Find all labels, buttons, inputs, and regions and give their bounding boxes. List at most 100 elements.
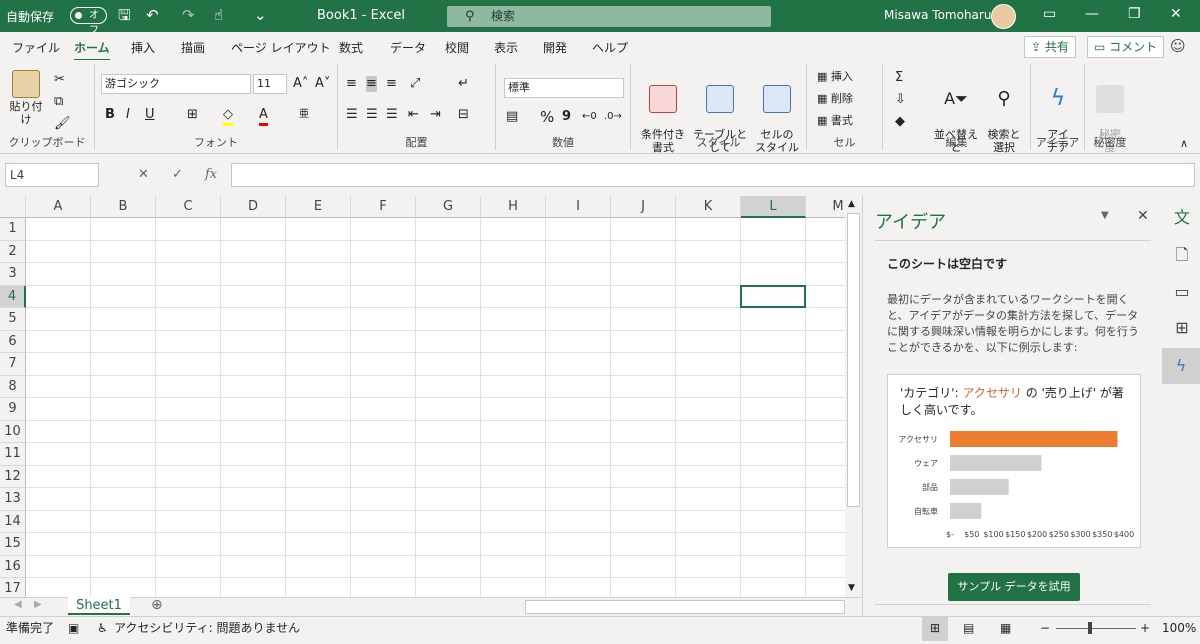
row-header-13[interactable]: 13 xyxy=(0,488,26,511)
row-header-14[interactable]: 14 xyxy=(0,510,26,533)
merge-center-icon[interactable]: ⊟ xyxy=(458,107,469,123)
format-painter-icon[interactable]: 🖌 xyxy=(54,116,71,132)
comment-button[interactable]: ▭ コメント xyxy=(1087,36,1165,58)
feedback-icon[interactable]: ☺ xyxy=(1170,38,1186,55)
column-header-d[interactable]: D xyxy=(221,196,286,218)
row-header-1[interactable]: 1 xyxy=(0,218,26,241)
increase-decimal-icon[interactable]: ←0 xyxy=(582,109,597,125)
restore-icon[interactable]: ❐ xyxy=(1128,6,1141,22)
column-header-g[interactable]: G xyxy=(416,196,481,218)
tab-file[interactable]: ファイル xyxy=(12,39,60,56)
tab-home[interactable]: ホーム xyxy=(74,39,110,62)
sheet-tab-sheet1[interactable]: Sheet1 xyxy=(68,597,130,615)
translate-icon[interactable]: 文 xyxy=(1172,208,1192,228)
row-header-5[interactable]: 5 xyxy=(0,308,26,331)
comma-style-icon[interactable]: 9 xyxy=(562,109,571,125)
row-header-12[interactable]: 12 xyxy=(0,465,26,488)
increase-font-icon[interactable]: A˄ xyxy=(293,76,308,92)
tab-help[interactable]: ヘルプ xyxy=(592,39,628,56)
cut-icon[interactable]: ✂ xyxy=(54,72,65,88)
format-as-table-button[interactable]: テーブルとして 書式設定 xyxy=(689,72,751,167)
font-size-dropdown[interactable]: 11 xyxy=(253,74,287,94)
row-header-9[interactable]: 9 xyxy=(0,398,26,421)
row-header-17[interactable]: 17 xyxy=(0,578,26,597)
redo-icon[interactable]: ↷ xyxy=(182,7,195,24)
row-header-2[interactable]: 2 xyxy=(0,240,26,263)
border-icon[interactable]: ⊞ xyxy=(187,107,198,123)
ribbon-display-icon[interactable]: ▭ xyxy=(1043,6,1056,22)
ideas-side-icon[interactable]: ϟ xyxy=(1162,348,1200,384)
align-top-icon[interactable]: ≡ xyxy=(346,76,357,92)
align-right-icon[interactable]: ☰ xyxy=(386,107,398,123)
align-center-icon[interactable]: ☰ xyxy=(366,107,378,123)
scroll-up-icon[interactable]: ▲ xyxy=(848,199,855,209)
row-header-16[interactable]: 16 xyxy=(0,555,26,578)
select-all-corner[interactable] xyxy=(0,196,26,218)
row-header-15[interactable]: 15 xyxy=(0,533,26,556)
decrease-font-icon[interactable]: A˅ xyxy=(315,76,330,92)
document-icon[interactable]: 🗋 xyxy=(1172,245,1192,265)
insert-cells-button[interactable]: ▦ 挿入 xyxy=(817,70,853,83)
wrap-text-icon[interactable]: ↵ xyxy=(458,76,469,92)
active-cell[interactable] xyxy=(740,284,806,308)
column-header-i[interactable]: I xyxy=(546,196,611,218)
column-header-h[interactable]: H xyxy=(481,196,546,218)
tab-insert[interactable]: 挿入 xyxy=(131,39,155,56)
row-header-3[interactable]: 3 xyxy=(0,263,26,286)
tab-draw[interactable]: 描画 xyxy=(181,39,205,56)
name-box[interactable]: L4 xyxy=(5,163,99,187)
italic-icon[interactable]: I xyxy=(126,107,130,123)
share-button[interactable]: ⇪ 共有 xyxy=(1024,36,1076,58)
row-header-10[interactable]: 10 xyxy=(0,420,26,443)
column-header-m[interactable]: M xyxy=(806,196,845,218)
underline-icon[interactable]: U xyxy=(145,107,155,123)
pane-options-icon[interactable]: ▼ xyxy=(1101,210,1109,221)
add-sheet-icon[interactable]: ⊕ xyxy=(151,597,163,613)
column-header-l[interactable]: L xyxy=(741,196,806,218)
accessibility-status[interactable]: アクセシビリティ: 問題ありません xyxy=(114,617,300,639)
tab-formulas[interactable]: 数式 xyxy=(339,39,363,56)
column-header-b[interactable]: B xyxy=(91,196,156,218)
row-header-7[interactable]: 7 xyxy=(0,353,26,376)
accounting-format-icon[interactable]: ▤ xyxy=(506,109,518,125)
delete-cells-button[interactable]: ▦ 削除 xyxy=(817,92,853,105)
orientation-icon[interactable]: ⤢ xyxy=(410,76,420,92)
undo-icon[interactable]: ↶ xyxy=(146,7,159,24)
fill-color-icon[interactable]: ◇ xyxy=(223,107,233,126)
pane-close-icon[interactable]: ✕ xyxy=(1137,208,1149,224)
font-name-dropdown[interactable]: 游ゴシック xyxy=(101,74,251,94)
copy-icon[interactable]: ⧉ xyxy=(54,94,63,110)
insert-function-icon[interactable]: fx xyxy=(205,167,217,182)
search-box[interactable]: ⚲ 検索 xyxy=(447,6,771,27)
worksheet-grid[interactable]: A B C D E F G H I J K L M 1 2 3 4 5 6 7 8 9 10 11 12 13 14 15 16 17 xyxy=(0,196,845,597)
enter-icon[interactable]: ✓ xyxy=(172,167,183,182)
column-header-f[interactable]: F xyxy=(351,196,416,218)
save-icon[interactable]: 🖫 xyxy=(118,7,131,24)
font-color-icon[interactable]: A xyxy=(259,107,268,126)
fill-icon[interactable]: ⇩ xyxy=(895,92,906,108)
zoom-slider-thumb[interactable] xyxy=(1088,622,1092,634)
phonetic-icon[interactable]: 亜 xyxy=(299,107,309,123)
decrease-decimal-icon[interactable]: .0→ xyxy=(604,109,622,125)
scroll-down-icon[interactable]: ▼ xyxy=(848,583,855,593)
collapse-ribbon-icon[interactable]: ∧ xyxy=(1180,136,1188,152)
autosave-toggle[interactable]: オフ xyxy=(70,7,107,36)
zoom-in-icon[interactable]: + xyxy=(1140,617,1150,639)
zoom-out-icon[interactable]: − xyxy=(1040,617,1050,639)
column-header-k[interactable]: K xyxy=(676,196,741,218)
row-header-8[interactable]: 8 xyxy=(0,375,26,398)
try-sample-data-button[interactable]: サンプル データを試用 xyxy=(948,573,1080,601)
normal-view-icon[interactable]: ⊞ xyxy=(922,617,948,641)
increase-indent-icon[interactable]: ⇥ xyxy=(430,107,441,123)
column-header-c[interactable]: C xyxy=(156,196,221,218)
paste-button[interactable]: 貼り付け xyxy=(6,70,46,126)
zoom-slider[interactable] xyxy=(1056,628,1136,629)
number-format-dropdown[interactable]: 標準 xyxy=(504,78,624,98)
align-middle-icon[interactable]: ≡ xyxy=(366,76,377,92)
user-name[interactable]: Misawa Tomoharu xyxy=(884,8,991,22)
format-cells-button[interactable]: ▦ 書式 xyxy=(817,114,853,127)
column-header-e[interactable]: E xyxy=(286,196,351,218)
zoom-level[interactable]: 100% xyxy=(1162,617,1196,639)
percent-icon[interactable]: % xyxy=(540,109,554,125)
decrease-indent-icon[interactable]: ⇤ xyxy=(408,107,419,123)
